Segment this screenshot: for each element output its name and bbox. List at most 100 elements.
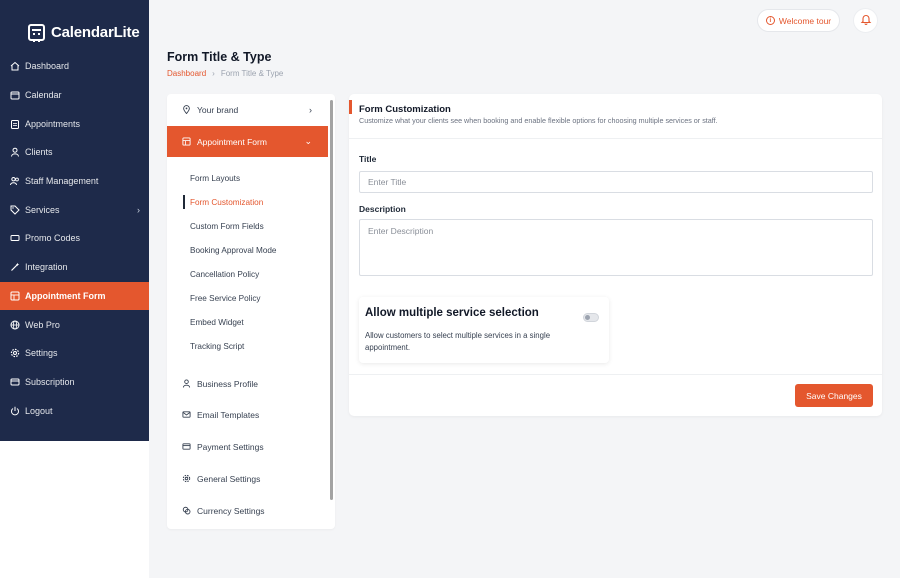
page-title: Form Title & Type	[167, 50, 272, 64]
settings-menu-panel: Your brand › Appointment Form ⌄ Form Lay…	[167, 94, 335, 529]
settings-menu-scrollbar[interactable]	[330, 100, 333, 500]
tag-icon	[10, 205, 20, 215]
sub-item-form-customization[interactable]: Form Customization	[190, 195, 263, 209]
settings-item-label: General Settings	[197, 473, 261, 484]
sidebar-item-settings[interactable]: Settings	[0, 339, 149, 368]
card-title-accent	[349, 100, 352, 114]
sidebar-item-label: Appointment Form	[25, 290, 106, 301]
sidebar-item-label: Appointments	[25, 118, 81, 129]
sub-item-tracking-script[interactable]: Tracking Script	[190, 339, 244, 353]
breadcrumb-dashboard-link[interactable]: Dashboard	[167, 69, 206, 78]
multiple-service-option: Allow multiple service selection Allow c…	[359, 297, 609, 363]
card-icon	[10, 377, 20, 387]
calendar-logo-icon	[28, 23, 45, 42]
coins-icon	[182, 506, 191, 515]
breadcrumb-separator-icon: ›	[212, 69, 215, 78]
location-pin-icon	[182, 105, 191, 114]
sub-item-free-service-policy[interactable]: Free Service Policy	[190, 291, 261, 305]
sidebar-item-label: Integration	[25, 262, 68, 273]
breadcrumb: Dashboard › Form Title & Type	[167, 69, 283, 78]
sidebar-item-subscription[interactable]: Subscription	[0, 368, 149, 397]
gear-icon	[10, 348, 20, 358]
multiple-service-toggle[interactable]	[583, 313, 599, 322]
wallet-icon	[182, 442, 191, 451]
welcome-tour-label: Welcome tour	[778, 15, 832, 26]
brand-name: CalendarLite	[51, 23, 140, 41]
form-icon	[182, 137, 191, 146]
sidebar-item-label: Dashboard	[25, 61, 70, 72]
sidebar-item-integration[interactable]: Integration	[0, 253, 149, 282]
sidebar-item-logout[interactable]: Logout	[0, 396, 149, 425]
sidebar-background-fill	[0, 441, 149, 578]
sidebar-item-label: Services	[25, 204, 60, 215]
sidebar-item-appointment-form[interactable]: Appointment Form	[0, 281, 149, 311]
user-icon	[10, 147, 20, 158]
settings-item-label: Appointment Form	[197, 136, 267, 147]
chevron-right-icon: ›	[309, 104, 312, 115]
ticket-icon	[10, 233, 20, 243]
sidebar-item-label: Promo Codes	[25, 233, 81, 244]
settings-icon	[182, 474, 191, 483]
sidebar-item-web-pro[interactable]: Web Pro	[0, 310, 149, 339]
sidebar: CalendarLite Dashboard Calendar Appointm…	[0, 0, 149, 441]
settings-item-general-settings[interactable]: General Settings	[167, 463, 328, 494]
notifications-button[interactable]	[853, 8, 878, 33]
globe-icon	[10, 320, 20, 330]
settings-item-label: Currency Settings	[197, 505, 265, 516]
card-description: Customize what your clients see when boo…	[359, 116, 718, 125]
description-field-label: Description	[359, 204, 406, 214]
description-textarea[interactable]	[359, 219, 873, 276]
card-divider	[349, 138, 882, 139]
sidebar-nav: Dashboard Calendar Appointments Clients …	[0, 52, 149, 425]
sidebar-item-appointments[interactable]: Appointments	[0, 109, 149, 138]
form-icon	[10, 291, 20, 301]
chevron-down-icon: ⌄	[304, 136, 312, 146]
title-input[interactable]	[359, 171, 873, 193]
active-sub-indicator	[183, 195, 185, 209]
sidebar-item-label: Staff Management	[25, 176, 99, 187]
sidebar-item-services[interactable]: Services ›	[0, 195, 149, 224]
title-field-label: Title	[359, 154, 377, 164]
sidebar-item-label: Logout	[25, 405, 53, 416]
sidebar-item-promo-codes[interactable]: Promo Codes	[0, 224, 149, 253]
settings-item-currency-settings[interactable]: Currency Settings	[167, 495, 328, 526]
settings-item-payment-settings[interactable]: Payment Settings	[167, 431, 328, 462]
sub-item-booking-approval-mode[interactable]: Booking Approval Mode	[190, 243, 276, 257]
card-title: Form Customization	[359, 104, 451, 115]
chevron-right-icon: ›	[137, 204, 140, 215]
settings-item-appointment-form[interactable]: Appointment Form ⌄	[167, 126, 328, 157]
sub-item-form-layouts[interactable]: Form Layouts	[190, 171, 240, 185]
settings-item-label: Your brand	[197, 104, 239, 115]
sub-item-embed-widget[interactable]: Embed Widget	[190, 315, 244, 329]
info-icon: i	[765, 16, 775, 25]
settings-item-label: Payment Settings	[197, 441, 264, 452]
save-changes-button[interactable]: Save Changes	[795, 384, 873, 407]
sidebar-item-dashboard[interactable]: Dashboard	[0, 52, 149, 81]
home-icon	[10, 61, 20, 71]
sidebar-item-clients[interactable]: Clients	[0, 138, 149, 167]
sidebar-item-staff-management[interactable]: Staff Management	[0, 167, 149, 196]
sub-item-custom-form-fields[interactable]: Custom Form Fields	[190, 219, 264, 233]
settings-item-email-templates[interactable]: Email Templates	[167, 399, 328, 430]
person-icon	[182, 379, 191, 388]
welcome-tour-button[interactable]: i Welcome tour	[757, 9, 840, 32]
settings-item-business-profile[interactable]: Business Profile	[167, 368, 328, 399]
option-title: Allow multiple service selection	[365, 307, 539, 319]
card-footer-divider	[349, 374, 882, 375]
breadcrumb-current: Form Title & Type	[220, 69, 284, 78]
sidebar-item-label: Clients	[25, 147, 53, 158]
sidebar-item-label: Web Pro	[25, 319, 60, 330]
settings-item-label: Email Templates	[197, 409, 260, 420]
brand-logo[interactable]: CalendarLite	[0, 0, 149, 50]
sidebar-item-label: Subscription	[25, 376, 75, 387]
toggle-knob	[585, 315, 590, 320]
clipboard-icon	[10, 119, 20, 129]
power-icon	[10, 406, 20, 416]
sub-item-cancellation-policy[interactable]: Cancellation Policy	[190, 267, 259, 281]
form-customization-card: Form Customization Customize what your c…	[349, 94, 882, 416]
sidebar-item-calendar[interactable]: Calendar	[0, 81, 149, 110]
settings-item-your-brand[interactable]: Your brand ›	[167, 94, 328, 125]
mail-icon	[182, 410, 191, 419]
settings-item-label: Business Profile	[197, 378, 258, 389]
users-icon	[10, 176, 20, 186]
